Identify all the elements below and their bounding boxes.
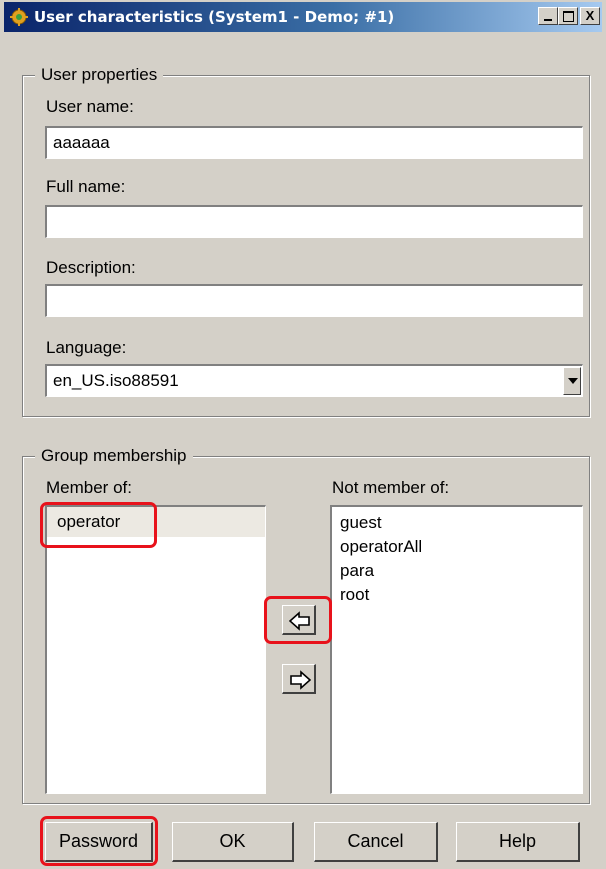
dropdown-button[interactable]: [563, 367, 581, 395]
close-button[interactable]: X: [580, 7, 600, 25]
help-button[interactable]: Help: [456, 822, 580, 862]
list-item-operator[interactable]: operator: [47, 507, 265, 537]
list-item-para[interactable]: para: [332, 559, 582, 583]
gear-icon: [10, 8, 28, 26]
not-member-of-list[interactable]: guest operatorAll para root: [330, 505, 583, 794]
list-item-operatorall[interactable]: operatorAll: [332, 535, 582, 559]
arrow-right-icon: [290, 670, 311, 690]
language-value: en_US.iso88591: [53, 371, 179, 390]
user-name-input[interactable]: [45, 126, 583, 159]
user-name-label: User name:: [46, 97, 134, 116]
member-of-label: Member of:: [46, 478, 132, 497]
close-icon: X: [585, 8, 595, 23]
not-member-of-label: Not member of:: [332, 478, 450, 497]
title-bar[interactable]: User characteristics (System1 - Demo; #1…: [4, 2, 602, 32]
group-membership-legend: Group membership: [35, 446, 193, 466]
chevron-down-icon: [568, 378, 578, 384]
user-properties-legend: User properties: [35, 65, 164, 85]
member-of-list[interactable]: operator: [45, 505, 266, 794]
ok-button[interactable]: OK: [172, 822, 294, 862]
description-input[interactable]: [45, 284, 583, 317]
arrow-left-icon: [289, 611, 310, 631]
minimize-button[interactable]: [538, 7, 558, 25]
full-name-label: Full name:: [46, 177, 126, 196]
maximize-icon: [563, 11, 574, 22]
cancel-button[interactable]: Cancel: [314, 822, 438, 862]
minimize-icon: [544, 19, 552, 21]
remove-from-group-button[interactable]: [282, 664, 316, 694]
full-name-input[interactable]: [45, 205, 583, 238]
description-label: Description:: [46, 258, 136, 277]
window-title: User characteristics (System1 - Demo; #1…: [34, 8, 395, 26]
list-item-root[interactable]: root: [332, 583, 582, 607]
user-characteristics-dialog: User characteristics (System1 - Demo; #1…: [0, 0, 606, 869]
list-item-guest[interactable]: guest: [332, 511, 582, 535]
password-button[interactable]: Password: [45, 822, 153, 862]
language-select[interactable]: en_US.iso88591: [45, 364, 583, 397]
maximize-button[interactable]: [558, 7, 578, 25]
language-label: Language:: [46, 338, 127, 357]
add-to-group-button[interactable]: [282, 605, 316, 635]
